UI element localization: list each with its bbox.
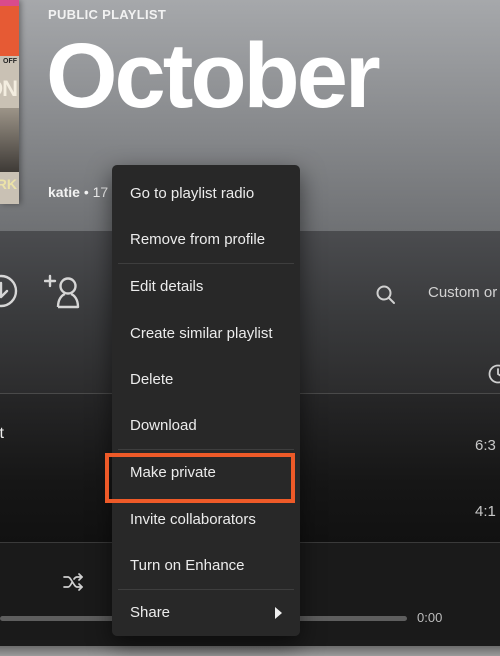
cover-pink-band [0,0,19,6]
track-duration: 6:3 [475,437,496,454]
menu-item-make-private[interactable]: Make private [112,450,300,496]
submenu-arrow-icon [275,606,282,619]
menu-item-label: Edit details [130,278,204,296]
menu-item-label: Make private [130,464,216,482]
window-bottom-edge [0,646,500,656]
menu-item-remove-from-profile[interactable]: Remove from profile [112,216,300,262]
menu-item-label: Go to playlist radio [130,184,255,202]
track-title[interactable]: it [0,425,4,443]
menu-item-label: Delete [130,370,174,388]
owner-link[interactable]: katie [48,184,80,200]
cover-text-top: OFF [3,58,17,65]
playlist-title[interactable]: October [46,30,381,122]
menu-item-download[interactable]: Download [112,402,300,448]
playlist-cover-image[interactable]: OFF ON RK [0,0,19,204]
cover-text-mid: ON [0,76,18,101]
playlist-type-label: PUBLIC PLAYLIST [48,7,167,22]
cover-text-bottom: RK [0,176,17,192]
menu-item-turn-on-enhance[interactable]: Turn on Enhance [112,542,300,588]
menu-item-edit-details[interactable]: Edit details [112,264,300,310]
menu-item-label: Turn on Enhance [130,557,245,575]
menu-item-delete[interactable]: Delete [112,356,300,402]
time-elapsed: 0:00 [417,610,443,625]
cover-photo [0,108,19,172]
context-menu: Go to playlist radio Remove from profile… [112,165,300,636]
menu-item-label: Share [130,604,171,622]
cover-orange-band [0,0,19,56]
menu-item-share[interactable]: Share [112,590,300,636]
playlist-meta: katie • 17 [48,184,108,200]
menu-item-label: Download [130,417,197,435]
track-duration: 4:1 [475,503,496,520]
menu-item-label: Invite collaborators [130,510,256,528]
song-count: 17 [92,184,109,200]
shuffle-icon[interactable] [62,572,84,592]
menu-item-invite-collaborators[interactable]: Invite collaborators [112,496,300,542]
menu-item-go-to-playlist-radio[interactable]: Go to playlist radio [112,170,300,216]
menu-item-create-similar-playlist[interactable]: Create similar playlist [112,310,300,356]
search-icon[interactable] [375,284,397,306]
meta-separator: • [83,184,89,200]
download-circle-icon[interactable] [0,274,18,308]
menu-item-label: Remove from profile [130,230,266,248]
clock-icon [488,364,500,384]
add-user-icon[interactable] [44,274,86,310]
menu-item-label: Create similar playlist [130,324,273,342]
sort-dropdown[interactable]: Custom or [428,284,497,301]
